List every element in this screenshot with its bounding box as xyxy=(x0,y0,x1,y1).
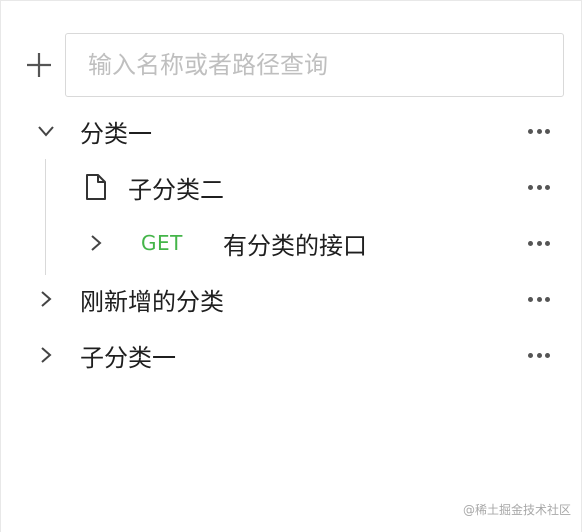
more-options-icon[interactable] xyxy=(523,231,555,255)
more-options-icon[interactable] xyxy=(523,287,555,311)
tree-node-new-category[interactable]: 刚新增的分类 xyxy=(1,271,582,327)
plus-icon xyxy=(27,53,51,77)
tree-node-api-item[interactable]: GET 有分类的接口 xyxy=(1,215,582,271)
watermark: @稀土掘金技术社区 xyxy=(462,503,571,517)
chevron-right-icon[interactable] xyxy=(36,345,56,365)
tree-node-label: 分类一 xyxy=(80,119,152,148)
tree-node-label: 刚新增的分类 xyxy=(80,287,224,316)
tree-node-sub-category-two[interactable]: 子分类二 xyxy=(1,159,582,215)
file-icon xyxy=(85,174,107,200)
http-method-badge: GET xyxy=(141,231,183,255)
add-button[interactable] xyxy=(23,49,55,81)
more-options-icon[interactable] xyxy=(523,175,555,199)
tree-node-sub-category-one[interactable]: 子分类一 xyxy=(1,327,582,383)
search-field[interactable] xyxy=(65,33,564,97)
chevron-right-icon[interactable] xyxy=(36,289,56,309)
more-options-icon[interactable] xyxy=(523,343,555,367)
search-input[interactable] xyxy=(66,34,563,96)
api-tree-panel: 分类一 子分类二 GET 有分类的接口 刚新增的分类 xyxy=(0,0,582,532)
more-options-icon[interactable] xyxy=(523,119,555,143)
tree-node-category-one[interactable]: 分类一 xyxy=(1,103,582,159)
chevron-right-icon[interactable] xyxy=(86,233,106,253)
tree-node-label: 有分类的接口 xyxy=(223,231,367,260)
tree-node-label: 子分类二 xyxy=(128,175,224,204)
tree-node-label: 子分类一 xyxy=(80,343,176,372)
chevron-down-icon[interactable] xyxy=(36,121,56,141)
